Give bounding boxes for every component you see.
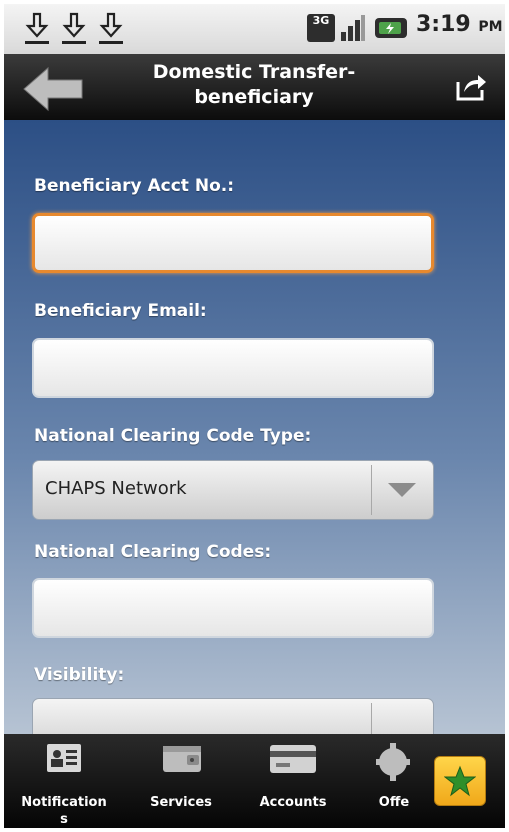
nav-item-services[interactable]: Services (136, 734, 226, 828)
nav-item-offers[interactable]: Offe (364, 734, 424, 828)
status-bar: 3G 3:19 PM (4, 4, 505, 54)
nav-label-accounts: Accounts (259, 795, 327, 810)
transfer-form: Beneficiary Acct No.: Beneficiary Email:… (4, 120, 505, 734)
code-type-select[interactable]: CHAPS Network (32, 460, 434, 520)
favorite-button[interactable] (434, 756, 486, 806)
contact-card-icon (47, 744, 81, 772)
clearing-codes-label: National Clearing Codes: (34, 542, 272, 562)
star-icon (444, 765, 476, 797)
acct-number-input[interactable] (32, 213, 434, 273)
signal-icon (341, 15, 365, 41)
page-title-line2: beneficiary (194, 86, 314, 108)
code-type-label: National Clearing Code Type: (34, 426, 312, 446)
bottom-nav: Notification s Services Accounts Offe (4, 734, 505, 828)
nav-item-accounts[interactable]: Accounts (248, 734, 338, 828)
download-icon (99, 12, 123, 44)
nav-label-notifications-line1: Notification (21, 795, 107, 810)
share-icon[interactable] (454, 72, 488, 102)
visibility-select[interactable] (32, 698, 434, 734)
download-icon (62, 12, 86, 44)
network-type-badge: 3G (307, 14, 335, 42)
code-type-selected: CHAPS Network (45, 478, 187, 499)
credit-card-icon (270, 745, 316, 773)
clock-ampm: PM (478, 19, 503, 35)
clock-time: 3:19 (416, 12, 471, 37)
title-bar: Domestic Transfer- beneficiary (4, 54, 505, 120)
wallet-icon (163, 746, 201, 772)
nav-label-notifications-line2: s (60, 812, 68, 827)
acct-number-label: Beneficiary Acct No.: (34, 176, 234, 196)
select-divider (371, 465, 372, 515)
page-title: Domestic Transfer- beneficiary (114, 60, 394, 110)
nav-item-notifications[interactable]: Notification s (14, 734, 114, 828)
chevron-down-icon (388, 483, 416, 497)
visibility-label: Visibility: (34, 665, 125, 685)
download-icon (25, 12, 49, 44)
gear-icon (376, 743, 410, 781)
nav-label-offers: Offe (378, 795, 410, 810)
select-divider (371, 703, 372, 734)
clearing-codes-input[interactable] (32, 578, 434, 638)
email-label: Beneficiary Email: (34, 301, 207, 321)
app-frame: 3G 3:19 PM Domestic Transfer- beneficiar… (4, 4, 505, 828)
nav-label-services: Services (150, 795, 212, 810)
email-input[interactable] (32, 338, 434, 398)
clock: 3:19 PM (416, 12, 503, 37)
battery-icon (375, 18, 407, 38)
nav-label-notifications: Notification s (14, 794, 114, 828)
back-arrow-icon[interactable] (22, 66, 84, 112)
page-title-line1: Domestic Transfer- (152, 61, 356, 83)
